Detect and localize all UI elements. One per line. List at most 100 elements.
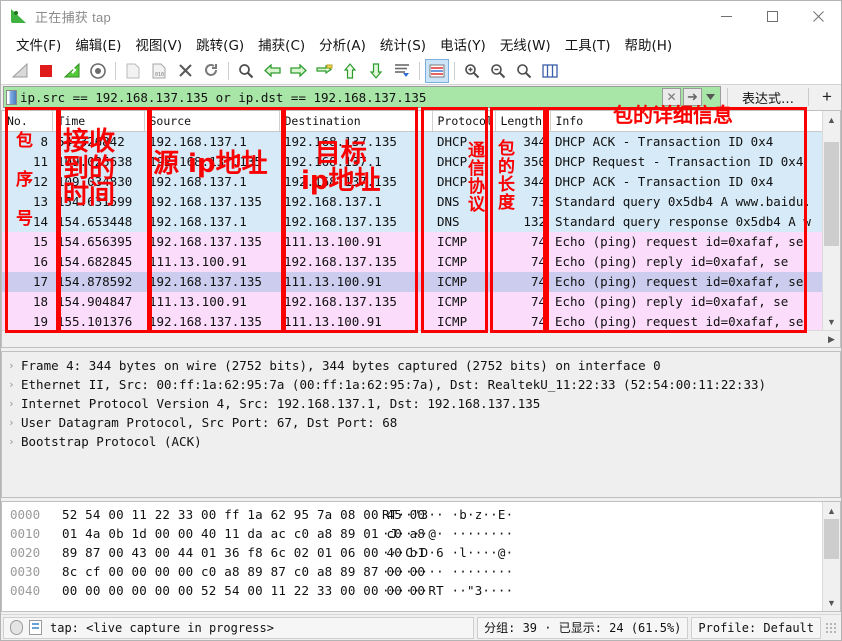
go-back-icon[interactable] bbox=[260, 59, 284, 83]
packet-table-header-row: No. Time Source Destination Protocol Len… bbox=[2, 111, 822, 132]
colorize-icon[interactable] bbox=[425, 58, 449, 83]
zoom-out-icon[interactable] bbox=[486, 59, 510, 83]
filter-expression-button[interactable]: 表达式… bbox=[734, 86, 802, 108]
table-row[interactable]: 19 155.101376 192.168.137.135 111.13.100… bbox=[2, 311, 822, 330]
cell-no: 14 bbox=[2, 211, 52, 232]
column-source[interactable]: Source bbox=[144, 111, 280, 132]
add-filter-button[interactable]: + bbox=[815, 86, 839, 108]
table-row[interactable]: 8 54.326842 192.168.137.1 192.168.137.13… bbox=[2, 131, 822, 152]
column-time[interactable]: Time bbox=[52, 111, 145, 132]
resize-grip-icon[interactable] bbox=[825, 621, 837, 634]
menu-wireless[interactable]: 无线(W) bbox=[493, 31, 558, 57]
go-forward-icon[interactable] bbox=[286, 59, 310, 83]
minimize-button[interactable] bbox=[703, 1, 749, 31]
expand-caret-icon[interactable]: › bbox=[8, 435, 21, 448]
close-button[interactable] bbox=[795, 1, 841, 31]
capture-options-icon[interactable] bbox=[86, 59, 110, 83]
find-packet-icon[interactable] bbox=[234, 59, 258, 83]
open-file-icon[interactable] bbox=[121, 59, 145, 83]
capture-file-properties-icon[interactable] bbox=[29, 620, 42, 635]
scroll-track[interactable] bbox=[823, 128, 840, 313]
menu-help[interactable]: 帮助(H) bbox=[617, 31, 679, 57]
menu-edit[interactable]: 编辑(E) bbox=[68, 31, 128, 57]
cell-source: 192.168.137.1 bbox=[144, 211, 279, 232]
zoom-in-icon[interactable] bbox=[460, 59, 484, 83]
bytes-pane-scrollbar[interactable]: ▲ ▼ bbox=[822, 502, 840, 611]
column-no[interactable]: No. bbox=[2, 111, 53, 132]
column-info[interactable]: Info bbox=[550, 111, 822, 132]
resize-columns-icon[interactable] bbox=[538, 59, 562, 83]
maximize-button[interactable] bbox=[749, 1, 795, 31]
table-row[interactable]: 18 154.904847 111.13.100.91 192.168.137.… bbox=[2, 291, 822, 312]
menu-telephony[interactable]: 电话(Y) bbox=[433, 31, 493, 57]
scroll-thumb[interactable] bbox=[824, 142, 839, 246]
close-file-icon[interactable] bbox=[173, 59, 197, 83]
auto-scroll-icon[interactable] bbox=[390, 59, 414, 83]
table-row[interactable]: 11 109.025638 192.168.137.135 192.168.13… bbox=[2, 151, 822, 172]
expand-caret-icon[interactable]: › bbox=[8, 359, 21, 372]
expert-info-icon[interactable] bbox=[10, 620, 23, 635]
menu-tools[interactable]: 工具(T) bbox=[558, 31, 618, 57]
table-row[interactable]: 16 154.682845 111.13.100.91 192.168.137.… bbox=[2, 251, 822, 272]
go-to-first-icon[interactable] bbox=[338, 59, 362, 83]
detail-row-frame[interactable]: › Frame 4: 344 bytes on wire (2752 bits)… bbox=[2, 356, 840, 375]
menu-view[interactable]: 视图(V) bbox=[128, 31, 189, 57]
scroll-track[interactable] bbox=[823, 519, 840, 594]
column-protocol[interactable]: Protocol bbox=[432, 111, 496, 132]
cell-source: 192.168.137.1 bbox=[144, 171, 279, 192]
table-row[interactable]: 14 154.653448 192.168.137.1 192.168.137.… bbox=[2, 211, 822, 232]
status-capture-section[interactable]: tap: <live capture in progress> bbox=[3, 616, 475, 639]
clear-filter-button[interactable]: ✕ bbox=[661, 88, 681, 106]
detail-row-ethernet[interactable]: › Ethernet II, Src: 00:ff:1a:62:95:7a (0… bbox=[2, 375, 840, 394]
packet-list-grid[interactable]: No. Time Source Destination Protocol Len… bbox=[2, 111, 822, 330]
packet-details-pane[interactable]: › Frame 4: 344 bytes on wire (2752 bits)… bbox=[1, 351, 841, 498]
detail-row-bootp[interactable]: › Bootstrap Protocol (ACK) bbox=[2, 432, 840, 451]
cell-protocol: DHCP bbox=[432, 131, 495, 152]
menu-capture[interactable]: 捕获(C) bbox=[251, 31, 312, 57]
scroll-thumb[interactable] bbox=[824, 519, 839, 559]
scroll-right-icon[interactable]: ▶ bbox=[823, 331, 840, 347]
zoom-reset-icon[interactable] bbox=[512, 59, 536, 83]
packet-bytes-pane[interactable]: 0000 52 54 00 11 22 33 00 ff 1a 62 95 7a… bbox=[1, 501, 841, 612]
display-filter-value[interactable]: ip.src == 192.168.137.135 or ip.dst == 1… bbox=[20, 90, 662, 105]
go-to-packet-icon[interactable] bbox=[312, 59, 336, 83]
table-row[interactable]: 12 109.034830 192.168.137.1 192.168.137.… bbox=[2, 171, 822, 192]
scroll-down-icon[interactable]: ▼ bbox=[823, 313, 840, 330]
detail-row-udp[interactable]: › User Datagram Protocol, Src Port: 67, … bbox=[2, 413, 840, 432]
start-capture-icon[interactable] bbox=[8, 59, 32, 83]
display-filter-input[interactable]: ip.src == 192.168.137.135 or ip.dst == 1… bbox=[3, 86, 721, 108]
stop-capture-icon[interactable] bbox=[34, 59, 58, 83]
packet-list-horizontal-scrollbar[interactable]: ▶ bbox=[2, 330, 840, 347]
packet-list-pane[interactable]: No. Time Source Destination Protocol Len… bbox=[1, 110, 841, 348]
menu-file[interactable]: 文件(F) bbox=[9, 31, 68, 57]
expand-caret-icon[interactable]: › bbox=[8, 416, 21, 429]
expand-caret-icon[interactable]: › bbox=[8, 397, 21, 410]
status-profile-section[interactable]: Profile: Default bbox=[691, 616, 821, 639]
save-file-icon[interactable]: 010 bbox=[147, 59, 171, 83]
hex-row: 0030 8c cf 00 00 00 00 c0 a8 89 87 c0 a8… bbox=[10, 562, 822, 581]
table-row[interactable]: 13 154.631599 192.168.137.135 192.168.13… bbox=[2, 191, 822, 212]
table-row[interactable]: 17 154.878592 192.168.137.135 111.13.100… bbox=[2, 271, 822, 292]
filter-history-dropdown-icon[interactable] bbox=[704, 87, 718, 107]
reload-file-icon[interactable] bbox=[199, 59, 223, 83]
scroll-up-icon[interactable]: ▲ bbox=[823, 502, 840, 519]
column-length[interactable]: Length bbox=[495, 111, 551, 132]
table-row[interactable]: 15 154.656395 192.168.137.135 111.13.100… bbox=[2, 231, 822, 252]
packet-list-vertical-scrollbar[interactable]: ▲ ▼ bbox=[822, 111, 840, 330]
cell-source: 192.168.137.135 bbox=[144, 191, 279, 212]
scroll-down-icon[interactable]: ▼ bbox=[823, 594, 840, 611]
menu-go[interactable]: 跳转(G) bbox=[189, 31, 251, 57]
apply-filter-button[interactable]: ➜ bbox=[682, 88, 702, 106]
restart-capture-icon[interactable] bbox=[60, 59, 84, 83]
go-to-last-icon[interactable] bbox=[364, 59, 388, 83]
filter-bookmark-icon[interactable] bbox=[6, 89, 17, 105]
expand-caret-icon[interactable]: › bbox=[8, 378, 21, 391]
cell-info: DHCP Request - Transaction ID 0x4 bbox=[550, 151, 822, 172]
cell-time: 54.326842 bbox=[52, 131, 144, 152]
scroll-up-icon[interactable]: ▲ bbox=[823, 111, 840, 128]
detail-row-ipv4[interactable]: › Internet Protocol Version 4, Src: 192.… bbox=[2, 394, 840, 413]
menu-statistics[interactable]: 统计(S) bbox=[373, 31, 433, 57]
column-destination[interactable]: Destination bbox=[279, 111, 433, 132]
hex-offset: 0000 bbox=[10, 507, 41, 522]
menu-analyze[interactable]: 分析(A) bbox=[312, 31, 373, 57]
